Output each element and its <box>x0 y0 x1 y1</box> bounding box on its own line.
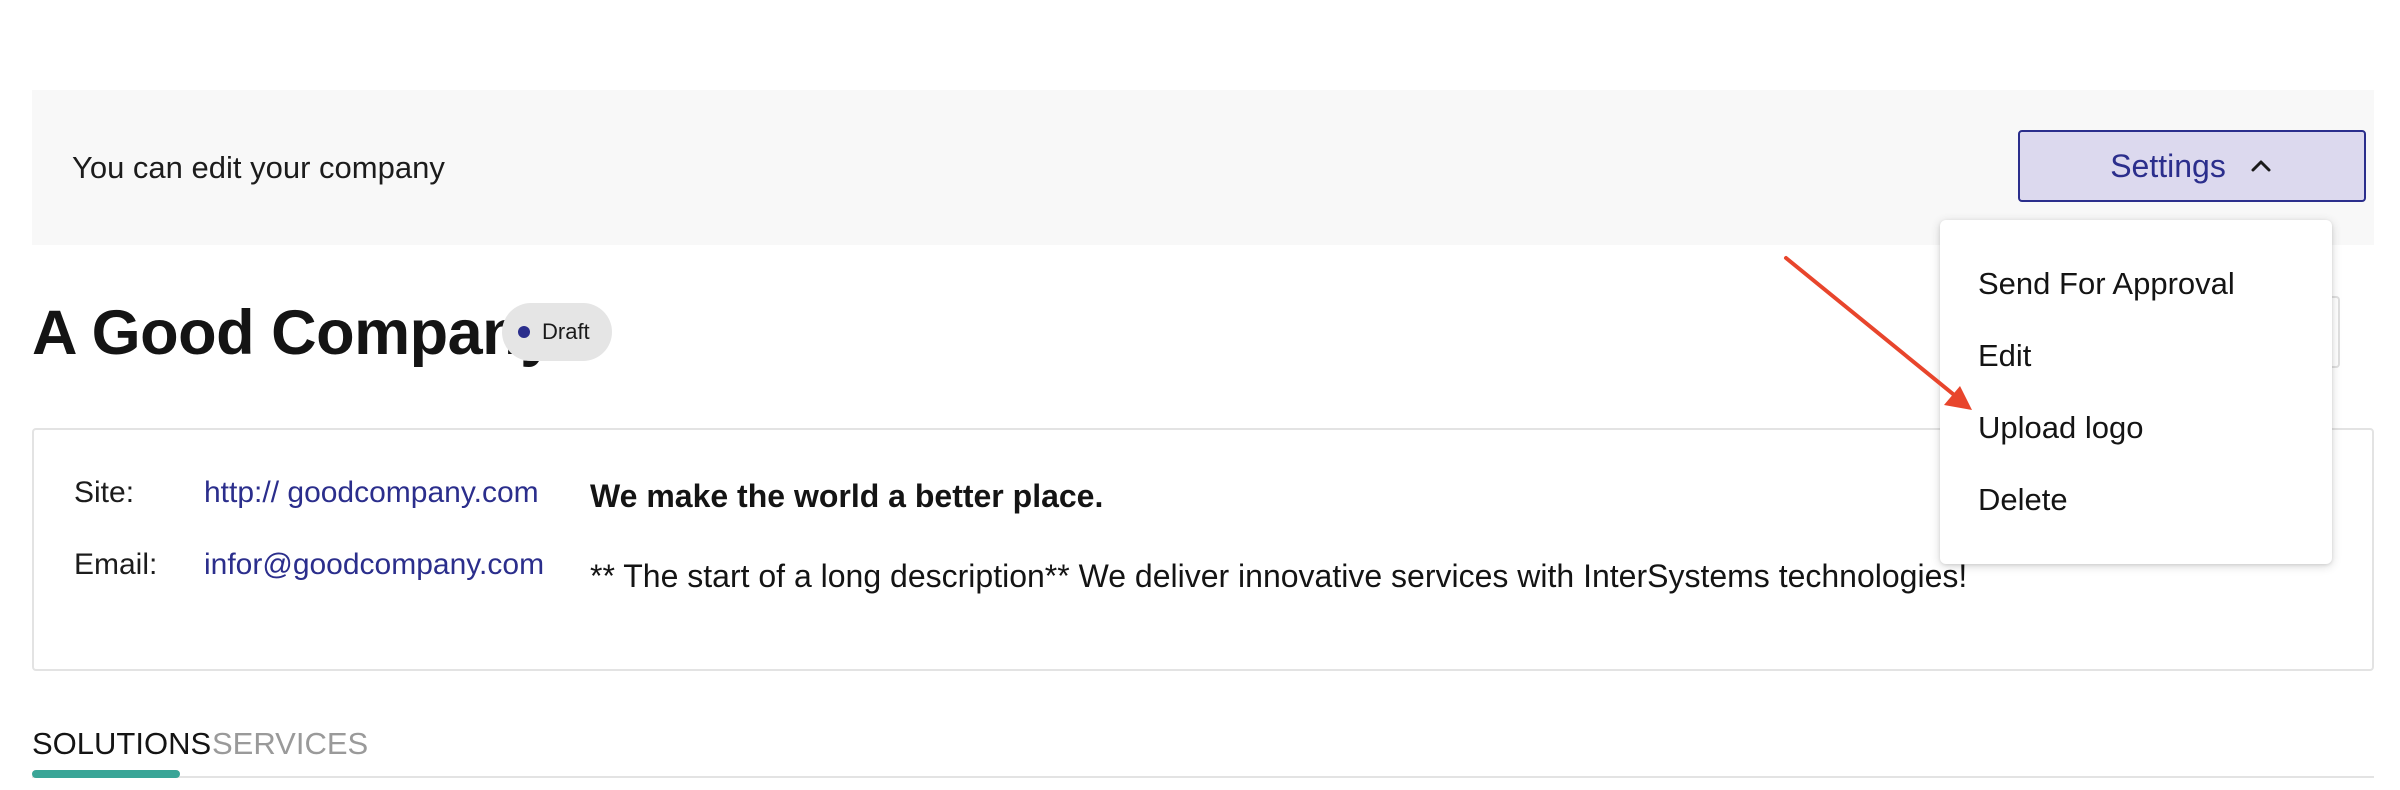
site-link[interactable]: http:// goodcompany.com <box>204 476 539 510</box>
active-tab-indicator <box>32 770 180 778</box>
menu-item-edit[interactable]: Edit <box>1978 336 2031 376</box>
settings-button[interactable]: Settings <box>2018 130 2366 202</box>
chevron-up-icon <box>2248 153 2274 179</box>
company-page: You can edit your company Settings A Goo… <box>0 0 2400 790</box>
status-label: Draft <box>542 319 590 344</box>
company-description: ** The start of a long description** We … <box>590 558 1968 594</box>
page-title: A Good Company <box>32 298 555 368</box>
status-dot-icon <box>518 326 530 338</box>
banner-message: You can edit your company <box>72 150 445 185</box>
company-tagline: We make the world a better place. <box>590 478 1104 514</box>
email-label: Email: <box>74 548 158 581</box>
content-tabs: SOLUTIONS SERVICES <box>32 718 2374 778</box>
settings-button-label: Settings <box>2110 147 2226 184</box>
menu-item-send-for-approval[interactable]: Send For Approval <box>1978 264 2235 304</box>
status-badge: Draft <box>502 303 612 361</box>
menu-item-delete[interactable]: Delete <box>1978 480 2068 520</box>
tab-solutions[interactable]: SOLUTIONS <box>32 726 211 762</box>
settings-dropdown-menu: Send For Approval Edit Upload logo Delet… <box>1940 220 2332 564</box>
email-link[interactable]: infor@goodcompany.com <box>204 548 544 582</box>
site-label: Site: <box>74 476 135 509</box>
menu-item-upload-logo[interactable]: Upload logo <box>1978 408 2143 448</box>
tab-services[interactable]: SERVICES <box>212 726 368 762</box>
